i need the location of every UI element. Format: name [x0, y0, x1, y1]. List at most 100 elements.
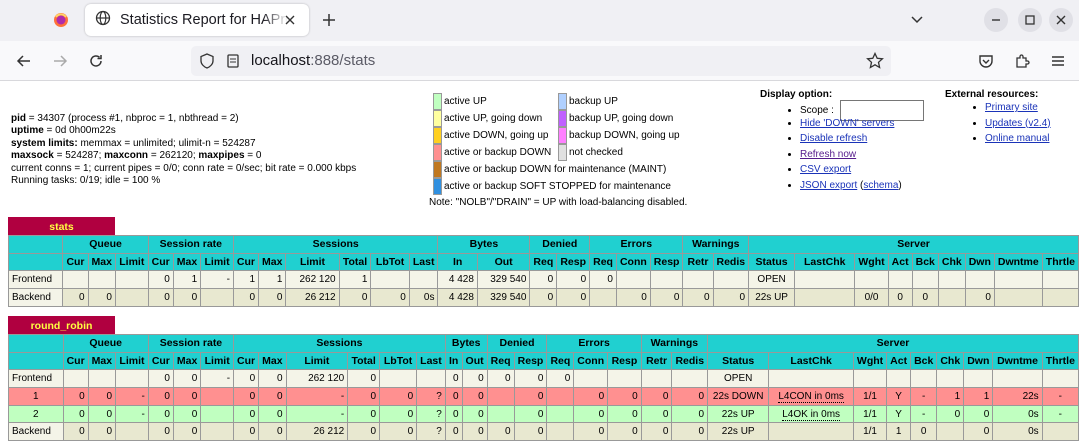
cell-value: 1/1: [863, 408, 877, 420]
close-window-icon[interactable]: [1049, 8, 1073, 32]
list-tabs-icon[interactable]: [906, 9, 928, 31]
cell-value: 0: [547, 274, 554, 286]
cell-value: 0: [370, 390, 376, 402]
table-cell: [200, 387, 235, 406]
extensions-icon[interactable]: [1010, 49, 1034, 73]
proxy-name-round-robin[interactable]: round_robin: [8, 316, 115, 335]
table-cell: [993, 288, 1043, 307]
table-cell: 1: [338, 270, 372, 290]
table-cell: [416, 369, 446, 389]
table-cell: 0: [671, 422, 709, 442]
table-cell: OPEN: [707, 369, 770, 389]
cell-value: 0: [164, 274, 170, 286]
primary-site-link[interactable]: Primary site: [985, 102, 1038, 113]
cell-value: 0: [191, 373, 198, 385]
page-content: pid = 34307 (process #1, nbproc = 1, nbt…: [0, 82, 1079, 445]
csv-export-link[interactable]: CSV export: [800, 164, 851, 175]
cell-value: 0: [983, 408, 990, 420]
table-row: Frontend 0 1 - 1 1 262 120 1 4 428 329 540 0 0 0 OPEN: [7, 270, 1079, 290]
group-header: [7, 235, 64, 254]
table-cell: 0: [378, 404, 418, 424]
cell-value: 1: [33, 390, 39, 402]
table-cell: -: [1041, 387, 1079, 406]
display-options-title: Display option:: [760, 89, 833, 100]
table-cell: 0: [232, 288, 260, 307]
cell-value: 2: [33, 408, 39, 420]
column-header: Cur: [147, 252, 174, 272]
reload-icon[interactable]: [84, 49, 108, 73]
table-cell: 0: [378, 387, 418, 406]
legend-label: active or backup SOFT STOPPED for mainte…: [444, 181, 671, 192]
column-header: Total: [347, 351, 380, 371]
legend-label: active DOWN, going up: [444, 130, 549, 141]
column-header: Redis: [671, 351, 709, 371]
legend-swatch: [558, 110, 567, 127]
firefox-view-icon[interactable]: [48, 8, 74, 32]
row-name-cell[interactable]: Backend: [7, 288, 64, 307]
table-cell: 0: [233, 404, 260, 424]
cell-value: -: [922, 390, 926, 402]
legend-label: backup UP: [569, 96, 618, 107]
table-row: 1 0 0 - 0 0 0 0 - 0 0? 0 0 0 0 0 0 0 22s DOWN L4CON in 0ms 1…: [8, 387, 1079, 406]
column-header: Chk: [936, 351, 965, 371]
table-cell: [546, 404, 575, 424]
column-header: Limit: [115, 351, 149, 371]
back-icon[interactable]: [12, 49, 36, 73]
table-cell: 1/1: [852, 404, 888, 424]
url-bar[interactable]: localhost:888/stats: [191, 46, 891, 76]
tab-stats-report[interactable]: Statistics Report for HAProxy: [85, 4, 309, 36]
table-cell: 0: [347, 404, 380, 424]
cell-value: 0: [249, 390, 256, 402]
stats-table: Queue Session rate Sessions Bytes Denied Erro…: [7, 235, 1079, 307]
minimize-icon[interactable]: [984, 8, 1008, 32]
navigation-bar: localhost:888/stats: [0, 41, 1079, 81]
cell-value: 0: [897, 291, 903, 303]
row-name-cell[interactable]: Frontend: [7, 270, 64, 290]
row-name-cell[interactable]: 2: [8, 404, 64, 424]
column-header: Out: [476, 252, 531, 272]
hide-down-servers-link[interactable]: Hide 'DOWN' servers: [800, 118, 894, 129]
cell-value: 1/1: [863, 390, 877, 402]
table-cell: 1: [886, 422, 912, 442]
row-name-cell[interactable]: Frontend: [8, 369, 64, 389]
table-cell: [200, 404, 235, 424]
cell-value: -: [340, 390, 345, 402]
table-cell: 0: [172, 387, 202, 406]
cell-value: 0: [537, 426, 544, 438]
group-header: Server: [748, 235, 1079, 254]
new-tab-icon[interactable]: [318, 9, 340, 31]
row-name-cell[interactable]: 1: [8, 387, 64, 406]
table-cell: 0: [347, 422, 380, 442]
group-header: Queue: [62, 235, 149, 254]
refresh-now-link[interactable]: Refresh now: [800, 149, 856, 160]
proxy-name-stats[interactable]: stats: [8, 217, 115, 236]
table-cell: -: [200, 270, 234, 290]
row-name-cell[interactable]: Backend: [8, 422, 64, 442]
disable-refresh-link[interactable]: Disable refresh: [800, 133, 867, 144]
cell-value: 0: [739, 291, 746, 303]
cell-value: 0: [537, 408, 544, 420]
table-cell: [887, 270, 913, 290]
cell-value: 0: [662, 408, 669, 420]
pocket-icon[interactable]: [974, 49, 998, 73]
forward-icon[interactable]: [48, 49, 72, 73]
shield-icon[interactable]: [199, 53, 215, 74]
maximize-icon[interactable]: [1018, 8, 1042, 32]
table-cell: 0: [172, 404, 202, 424]
cell-value: 329 540: [490, 274, 527, 286]
json-schema-link[interactable]: schema: [863, 180, 898, 191]
close-tab-icon[interactable]: [281, 11, 299, 29]
page-info-icon[interactable]: [225, 53, 241, 74]
table-cell: 0: [147, 270, 174, 290]
online-manual-link[interactable]: Online manual: [985, 133, 1049, 144]
cell-value: 0: [249, 291, 255, 303]
cell-value: 0: [641, 291, 647, 303]
updates-link[interactable]: Updates (v2.4): [985, 118, 1051, 129]
menu-icon[interactable]: [1046, 49, 1070, 73]
table-cell: 0: [347, 387, 380, 406]
column-header: Conn: [573, 351, 609, 371]
json-export-link[interactable]: JSON export: [800, 180, 857, 191]
bookmark-star-icon[interactable]: [866, 51, 884, 75]
table-cell: [1041, 288, 1079, 307]
column-header: Limit: [285, 252, 340, 272]
